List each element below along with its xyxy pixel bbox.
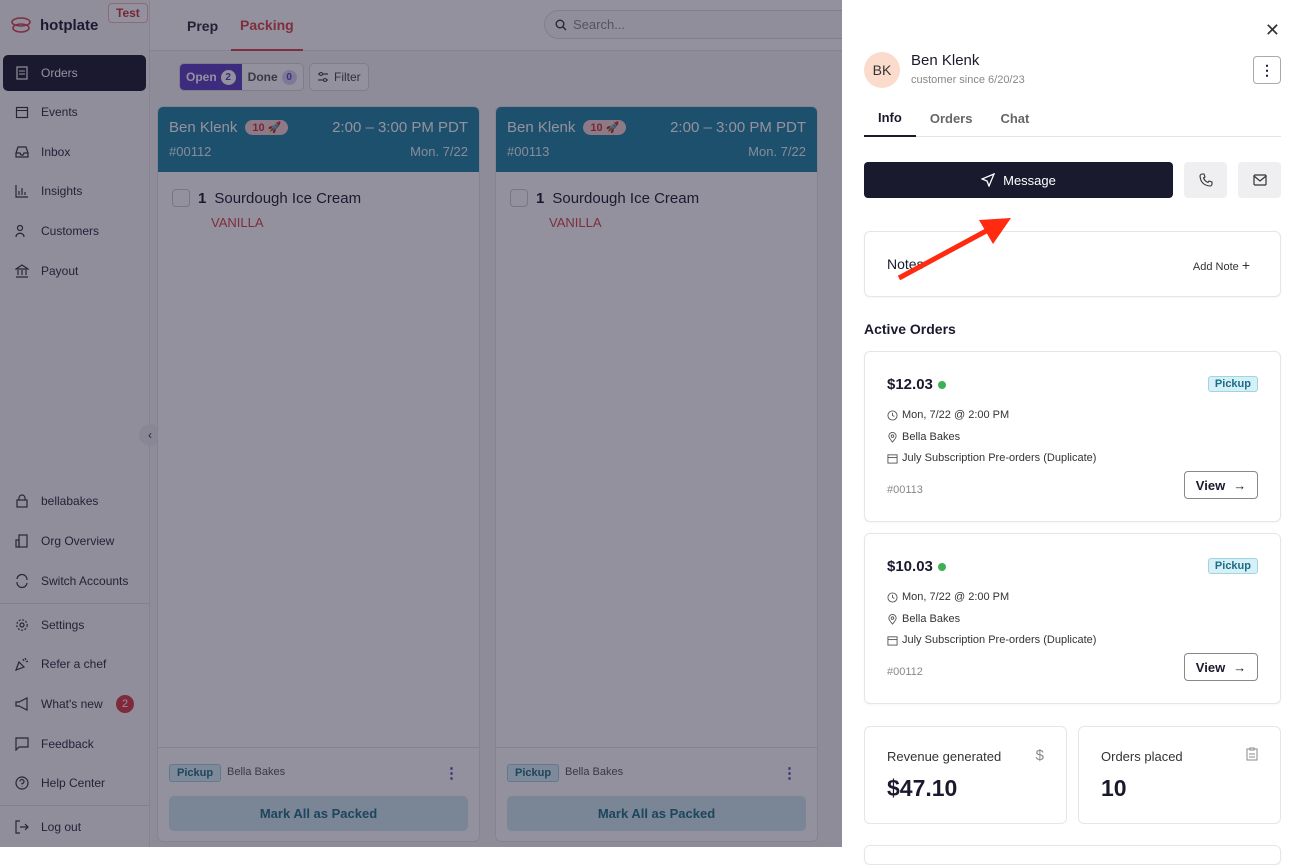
notes-section: Notes Add Note + [864, 231, 1281, 297]
arrow-right-icon: → [1233, 477, 1247, 493]
stat-label: Orders placed [1101, 749, 1183, 764]
call-button[interactable] [1184, 162, 1227, 198]
view-label: View [1195, 477, 1226, 493]
add-note-label: Add Note [1192, 261, 1239, 273]
tab-orders[interactable]: Orders [916, 100, 987, 137]
panel-tabs: Info Orders Chat [864, 100, 1281, 137]
pickup-badge: Pickup [1207, 558, 1258, 574]
more-options-button[interactable]: ⋮ [1253, 56, 1281, 84]
status-dot [937, 562, 946, 571]
view-order-button[interactable]: View → [1184, 471, 1258, 499]
message-button[interactable]: Message [864, 162, 1173, 198]
tab-info[interactable]: Info [864, 100, 916, 137]
customer-since: customer since 6/20/23 [911, 74, 1025, 86]
clipboard-icon [1246, 747, 1258, 765]
status-dot [937, 380, 946, 389]
clock-icon [887, 591, 898, 603]
modal-backdrop[interactable] [0, 0, 842, 847]
order-time: Mon, 7/22 @ 2:00 PM [902, 591, 1010, 603]
next-section-card [864, 845, 1281, 865]
avatar: BK [864, 52, 900, 88]
view-label: View [1195, 659, 1226, 675]
order-amount: $12.03 [887, 376, 933, 393]
order-event: July Subscription Pre-orders (Duplicate) [902, 634, 1097, 646]
order-location: Bella Bakes [902, 431, 961, 443]
message-label: Message [1003, 172, 1056, 188]
phone-icon [1198, 173, 1213, 187]
plus-icon: + [1241, 257, 1250, 273]
view-order-button[interactable]: View → [1184, 653, 1258, 681]
map-pin-icon [888, 431, 897, 443]
order-time: Mon, 7/22 @ 2:00 PM [902, 409, 1010, 421]
more-vertical-icon: ⋮ [1260, 61, 1274, 78]
stat-value: $47.10 [887, 775, 958, 801]
pickup-badge: Pickup [1207, 376, 1258, 392]
active-order-card: $10.03 Pickup Mon, 7/22 @ 2:00 PM Bella … [864, 533, 1281, 704]
email-button[interactable] [1238, 162, 1281, 198]
tab-chat[interactable]: Chat [986, 100, 1043, 137]
mail-icon [1252, 174, 1267, 186]
revenue-stat-card: Revenue generated $ $47.10 [864, 726, 1067, 824]
order-location: Bella Bakes [902, 613, 961, 625]
dollar-icon: $ [1035, 747, 1044, 764]
order-amount: $10.03 [887, 558, 933, 575]
stat-label: Revenue generated [887, 749, 1002, 764]
active-order-card: $12.03 Pickup Mon, 7/22 @ 2:00 PM Bella … [864, 351, 1281, 522]
arrow-right-icon: → [1233, 659, 1247, 675]
map-pin-icon [888, 613, 897, 625]
main-app: hotplate Test Orders Events Inbox Insigh… [0, 0, 874, 847]
calendar-icon [887, 635, 898, 646]
stat-value: 10 [1101, 775, 1127, 801]
add-note-button[interactable]: Add Note + [1193, 257, 1250, 273]
active-orders-title: Active Orders [864, 321, 956, 337]
close-icon[interactable]: ✕ [1265, 20, 1280, 41]
orders-stat-card: Orders placed 10 [1078, 726, 1281, 824]
notes-title: Notes [887, 256, 924, 272]
customer-name: Ben Klenk [911, 52, 980, 69]
order-id: #00112 [887, 666, 923, 678]
clock-icon [887, 409, 898, 421]
send-icon [981, 173, 996, 187]
order-id: #00113 [887, 484, 923, 496]
calendar-icon [887, 453, 898, 464]
customer-panel: ✕ BK Ben Klenk customer since 6/20/23 ⋮ … [842, 0, 1300, 865]
order-event: July Subscription Pre-orders (Duplicate) [902, 452, 1097, 464]
